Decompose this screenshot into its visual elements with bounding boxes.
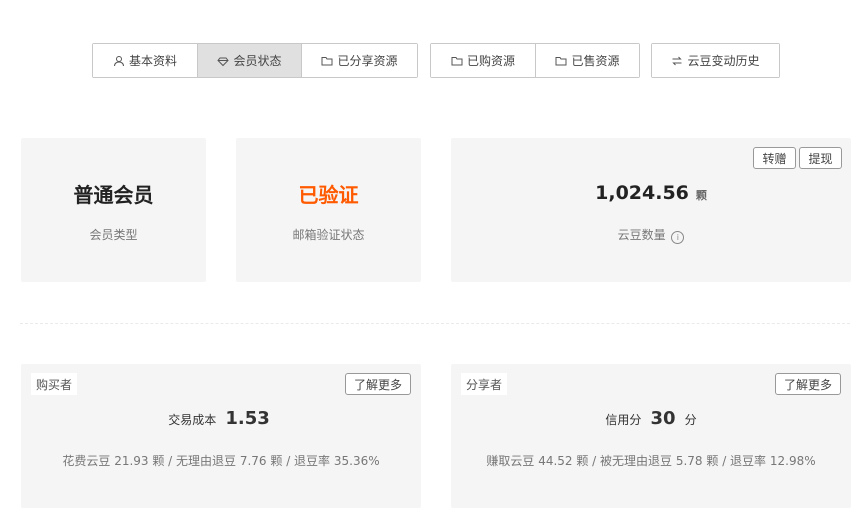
bean-count-unit: 颗 [695, 189, 707, 202]
tab-label: 已购资源 [466, 54, 515, 68]
tab-label: 已分享资源 [337, 54, 398, 68]
tab-label: 会员状态 [233, 54, 282, 68]
email-status-label: 邮箱验证状态 [292, 228, 365, 242]
email-status-value: 已验证 [298, 183, 359, 207]
tab-label: 云豆变动历史 [687, 54, 760, 68]
credit-score-unit: 分 [684, 413, 697, 427]
sharer-card: 分享者 了解更多 信用分 30 分 赚取云豆 44.52 颗 / 被无理由退豆 … [451, 364, 851, 508]
email-status-card: 已验证 邮箱验证状态 [236, 138, 421, 282]
tab-shared-resources[interactable]: 已分享资源 [301, 44, 417, 77]
tab-sold-resources[interactable]: 已售资源 [535, 44, 639, 77]
buyer-detail: 花费云豆 21.93 颗 / 无理由退豆 7.76 颗 / 退豆率 35.36% [62, 454, 380, 468]
bean-count-row: 1,024.56 颗 [451, 180, 851, 204]
transfer-button[interactable]: 转赠 [753, 147, 796, 169]
credit-score-label: 信用分 [605, 413, 642, 427]
section-divider [20, 323, 850, 324]
sharer-tag: 分享者 [461, 373, 508, 395]
folder-icon [321, 55, 333, 67]
swap-icon [671, 55, 683, 67]
trade-cost-label: 交易成本 [168, 413, 217, 427]
bean-count-label-row: 云豆数量 i [451, 226, 851, 244]
folder-icon [451, 55, 463, 67]
tab-group-profile: 基本资料 会员状态 已分享资源 [92, 43, 418, 78]
tab-basic-info[interactable]: 基本资料 [93, 44, 197, 77]
bean-count-label: 云豆数量 [617, 228, 666, 242]
member-type-value: 普通会员 [73, 183, 154, 207]
info-icon[interactable]: i [671, 231, 685, 244]
buyer-card: 购买者 了解更多 交易成本 1.53 花费云豆 21.93 颗 / 无理由退豆 … [21, 364, 421, 508]
buyer-metric: 交易成本 1.53 [21, 408, 421, 429]
tab-label: 基本资料 [128, 54, 177, 68]
tab-label: 已售资源 [571, 54, 620, 68]
tab-purchased-resources[interactable]: 已购资源 [431, 44, 535, 77]
folder-icon [555, 55, 567, 67]
buyer-tag: 购买者 [31, 373, 78, 395]
bean-count-value: 1,024.56 [595, 182, 689, 204]
tab-group-trade: 已购资源 已售资源 [430, 43, 640, 78]
sharer-metric: 信用分 30 分 [451, 408, 851, 429]
sharer-learn-more-button[interactable]: 了解更多 [775, 373, 841, 395]
diamond-icon [217, 55, 230, 67]
trade-cost-value: 1.53 [225, 408, 270, 429]
tab-bean-history[interactable]: 云豆变动历史 [652, 44, 779, 77]
sharer-detail: 赚取云豆 44.52 颗 / 被无理由退豆 5.78 颗 / 退豆率 12.98… [486, 454, 816, 468]
user-icon [113, 55, 125, 67]
tab-group-history: 云豆变动历史 [651, 43, 780, 78]
bean-count-card: 转赠 提现 1,024.56 颗 云豆数量 i [451, 138, 851, 282]
tab-member-status[interactable]: 会员状态 [197, 44, 301, 77]
member-type-card: 普通会员 会员类型 [21, 138, 206, 282]
member-type-label: 会员类型 [89, 228, 138, 242]
buyer-learn-more-button[interactable]: 了解更多 [345, 373, 411, 395]
withdraw-button[interactable]: 提现 [799, 147, 842, 169]
credit-score-value: 30 [650, 408, 676, 429]
